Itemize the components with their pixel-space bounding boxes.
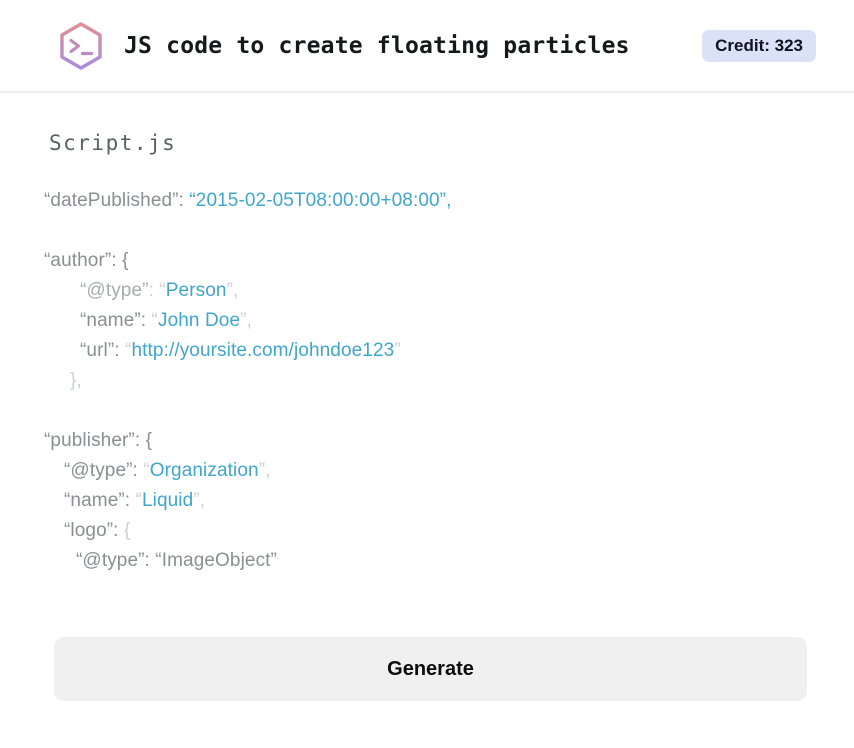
code-token-light: : <box>148 280 160 301</box>
code-block: “datePublished”: “2015-02-05T08:00:00+08… <box>44 186 854 576</box>
app-window: JS code to create floating particles Cre… <box>0 0 854 748</box>
code-line: }, <box>44 366 854 396</box>
code-token-light: ” <box>394 340 401 361</box>
file-title: Script.js <box>49 131 177 155</box>
code-token-key: “name”: <box>80 310 152 331</box>
code-line: “author”: { <box>44 246 854 276</box>
code-token-key: “name”: <box>64 490 136 511</box>
header: JS code to create floating particles Cre… <box>0 0 854 93</box>
code-token-key: “@type”: “ImageObject” <box>76 550 277 571</box>
code-token-light: ”, <box>193 490 206 511</box>
code-token-value: http://yoursite.com/johndoe123 <box>131 340 395 361</box>
credit-badge: Credit: 323 <box>702 29 816 62</box>
code-token-key: “logo”: <box>64 520 124 541</box>
terminal-prompt-hexagon-icon <box>55 20 107 72</box>
code-token-value: Person <box>165 280 227 301</box>
code-token-key: “@type”: <box>64 460 144 481</box>
code-line: “@type”: “Organization”, <box>44 456 854 486</box>
page-title: JS code to create floating particles <box>124 32 630 59</box>
code-line: “logo”: { <box>44 516 854 546</box>
code-token-value: Organization <box>149 460 259 481</box>
code-line: “@type”: “ImageObject” <box>44 546 854 576</box>
code-token-value: Liquid <box>141 490 194 511</box>
code-line: “url”: “http://yoursite.com/johndoe123” <box>44 336 854 366</box>
code-token-light: }, <box>70 370 82 391</box>
generate-button[interactable]: Generate <box>54 637 807 701</box>
code-token-key: “publisher”: { <box>44 430 153 451</box>
code-token-key: “url”: <box>80 340 126 361</box>
main-content: Script.js “datePublished”: “2015-02-05T0… <box>0 130 854 701</box>
code-line: “publisher”: { <box>44 426 854 456</box>
code-token-light: ”, <box>240 310 252 331</box>
code-token-key: “datePublished”: <box>44 190 190 211</box>
code-token-light: { <box>123 520 131 541</box>
code-token-light: ”, <box>258 460 271 481</box>
code-line: “name”: “Liquid”, <box>44 486 854 516</box>
code-token-keylight: “@type” <box>80 280 149 301</box>
code-token-value: “2015-02-05T08:00:00+08:00”, <box>189 190 452 211</box>
code-token-light: ”, <box>226 280 239 301</box>
code-line: “@type”: “Person”, <box>44 276 854 306</box>
code-line: “name”: “John Doe”, <box>44 306 854 336</box>
code-line: “datePublished”: “2015-02-05T08:00:00+08… <box>44 186 854 216</box>
code-token-value: John Doe <box>157 310 241 331</box>
code-token-key: “author”: { <box>44 250 129 271</box>
